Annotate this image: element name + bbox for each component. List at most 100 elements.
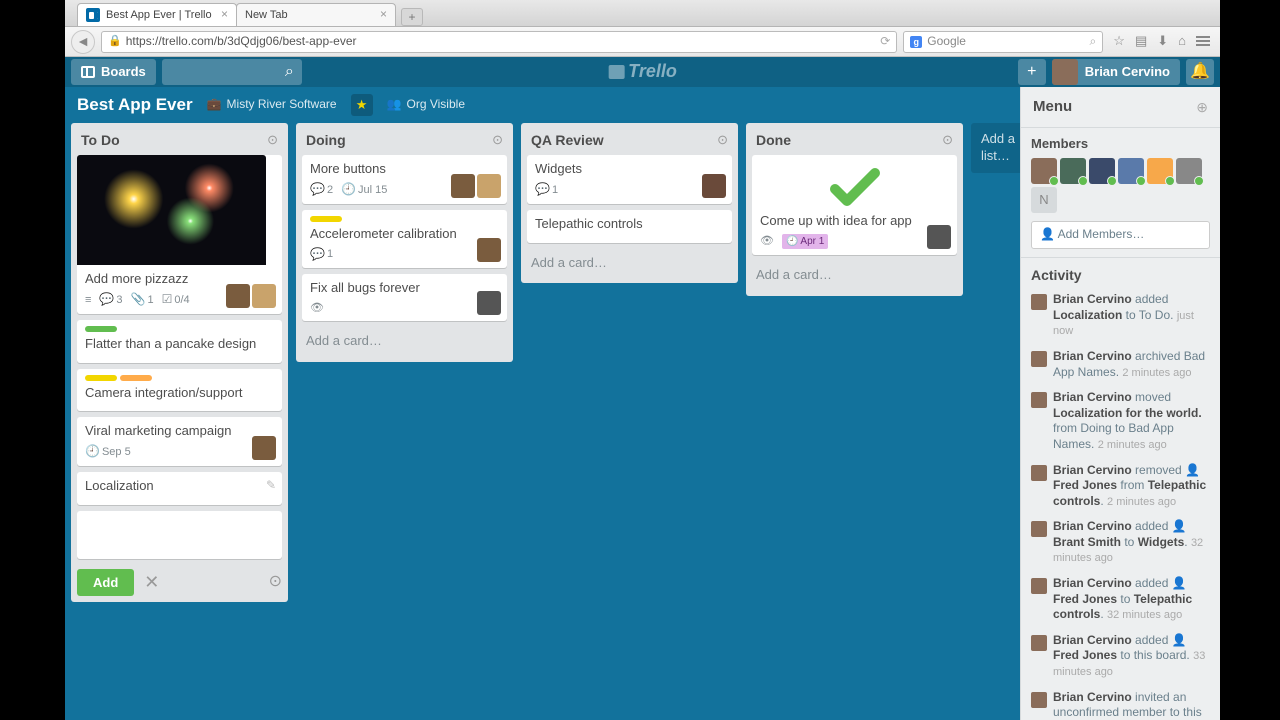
board-title[interactable]: Best App Ever [77, 94, 193, 116]
clock-icon: 🕘 [85, 444, 100, 460]
list-title[interactable]: Done [756, 131, 942, 149]
trello-logo[interactable]: Trello [608, 60, 677, 83]
avatar [1031, 578, 1047, 594]
reload-icon[interactable]: ⟳ [880, 34, 890, 50]
card[interactable]: Localization ✎ [77, 472, 282, 505]
browser-tab-trello[interactable]: Best App Ever | Trello × [77, 3, 237, 26]
avatar [1031, 465, 1047, 481]
activity-item: Brian Cervino added 👤 Brant Smith to Wid… [1031, 519, 1210, 566]
members-list: N [1031, 158, 1210, 213]
activity-item: Brian Cervino added Localization to To D… [1031, 292, 1210, 339]
add-members-button[interactable]: 👤 Add Members… [1031, 221, 1210, 249]
card[interactable]: Add more pizzazz ≡ 💬3 📎1 ☑0/4 [77, 155, 282, 313]
comment-icon: 💬 [310, 182, 325, 198]
avatar[interactable] [1031, 158, 1057, 184]
add-card-link[interactable]: Add a card… [302, 327, 507, 356]
header-search[interactable] [162, 59, 302, 85]
avatar[interactable] [1118, 158, 1144, 184]
watch-icon: 👁 [760, 234, 774, 248]
activity-item: Brian Cervino moved Localization for the… [1031, 390, 1210, 452]
sidebar-title: Menu [1033, 97, 1196, 117]
close-icon[interactable]: × [380, 7, 387, 23]
menu-icon[interactable] [1196, 36, 1210, 46]
close-icon[interactable]: ✕ [144, 571, 159, 594]
star-button[interactable]: ★ [351, 94, 373, 116]
list-menu-icon[interactable]: ⊙ [942, 132, 953, 149]
notifications-button[interactable]: 🔔 [1186, 59, 1214, 85]
avatar [1031, 392, 1047, 408]
add-card-link[interactable]: Add a card… [527, 249, 732, 278]
card[interactable]: More buttons 💬2🕘Jul 15 [302, 155, 507, 203]
list-title[interactable]: QA Review [531, 131, 717, 149]
label-icon [85, 326, 117, 332]
card[interactable]: Fix all bugs forever 👁 [302, 274, 507, 321]
list-menu-icon[interactable]: ⊙ [717, 132, 728, 149]
card[interactable]: Come up with idea for app 👁🕘Apr 1 [752, 155, 957, 255]
browser-search[interactable]: g Google ⌕ [903, 31, 1103, 53]
list-title[interactable]: To Do [81, 131, 267, 149]
clock-icon: 🕘 [786, 235, 798, 248]
members-heading: Members [1031, 136, 1210, 153]
card[interactable]: Viral marketing campaign 🕘Sep 5 [77, 417, 282, 465]
card-cover-image [77, 155, 266, 265]
clipboard-icon[interactable]: ▤ [1135, 33, 1147, 50]
address-bar[interactable]: 🔒 https://trello.com/b/3dQdjg06/best-app… [101, 31, 897, 53]
browser-tab-new[interactable]: New Tab × [236, 3, 396, 26]
boards-icon [81, 66, 95, 78]
members-section: Members N 👤 Add Members… [1021, 128, 1220, 258]
close-icon[interactable]: × [221, 7, 228, 23]
avatar-initial[interactable]: N [1031, 187, 1057, 213]
card[interactable]: Flatter than a pancake design [77, 320, 282, 363]
edit-icon[interactable]: ✎ [266, 478, 276, 494]
search-placeholder: Google [927, 34, 966, 50]
list-menu-icon[interactable]: ⊙ [267, 132, 278, 149]
trello-favicon [86, 8, 100, 22]
card-title: Localization [85, 478, 274, 495]
list-qa: QA Review⊙ Widgets 💬1 Telepathic control… [521, 123, 738, 283]
app-header: Boards Trello + Brian Cervino 🔔 [65, 57, 1220, 87]
visibility[interactable]: 👥Org Visible [387, 97, 465, 113]
checkmark-icon [825, 167, 885, 207]
card-title: Flatter than a pancake design [85, 336, 274, 353]
avatar[interactable] [1147, 158, 1173, 184]
avatar [1052, 59, 1078, 85]
comment-icon: 💬 [535, 182, 550, 198]
add-card-link[interactable]: Add a card… [752, 261, 957, 290]
avatar[interactable] [1060, 158, 1086, 184]
avatar[interactable] [1089, 158, 1115, 184]
card-composer-input[interactable] [77, 511, 282, 559]
expand-icon[interactable]: ⊕ [1196, 98, 1208, 116]
star-icon[interactable]: ☆ [1113, 33, 1125, 50]
url-text: https://trello.com/b/3dQdjg06/best-app-e… [126, 34, 357, 50]
avatar [1031, 635, 1047, 651]
comment-icon: 💬 [99, 292, 114, 308]
list-todo: To Do⊙ Add more pizzazz ≡ 💬3 📎1 ☑0/4 Fla… [71, 123, 288, 602]
home-icon[interactable]: ⌂ [1178, 33, 1186, 50]
user-menu[interactable]: Brian Cervino [1052, 59, 1180, 85]
list-doing: Doing⊙ More buttons 💬2🕘Jul 15 Accelerome… [296, 123, 513, 362]
lock-icon: 🔒 [108, 34, 122, 48]
create-button[interactable]: + [1018, 59, 1046, 85]
download-icon[interactable]: ⬇ [1157, 33, 1168, 50]
card[interactable]: Camera integration/support [77, 369, 282, 412]
avatar [1031, 692, 1047, 708]
attachment-icon: 📎 [131, 292, 146, 308]
back-button[interactable]: ◄ [71, 30, 95, 54]
card[interactable]: Telepathic controls [527, 210, 732, 243]
boards-button[interactable]: Boards [71, 59, 156, 85]
list-title[interactable]: Doing [306, 131, 492, 149]
card[interactable]: Accelerometer calibration 💬1 [302, 210, 507, 268]
options-icon[interactable]: ⊙ [269, 572, 282, 593]
description-icon: ≡ [85, 293, 91, 307]
org-link[interactable]: 💼Misty River Software [207, 97, 337, 113]
card-members [226, 284, 276, 308]
add-card-button[interactable]: Add [77, 569, 134, 596]
checklist-icon: ☑ [162, 292, 173, 308]
list-menu-icon[interactable]: ⊙ [492, 132, 503, 149]
activity-section: Activity Brian Cervino added Localizatio… [1021, 258, 1220, 720]
google-icon: g [910, 36, 922, 48]
avatar[interactable] [1176, 158, 1202, 184]
new-tab-button[interactable]: + [401, 8, 423, 26]
card[interactable]: Widgets 💬1 [527, 155, 732, 203]
card-title: Fix all bugs forever [310, 280, 499, 297]
